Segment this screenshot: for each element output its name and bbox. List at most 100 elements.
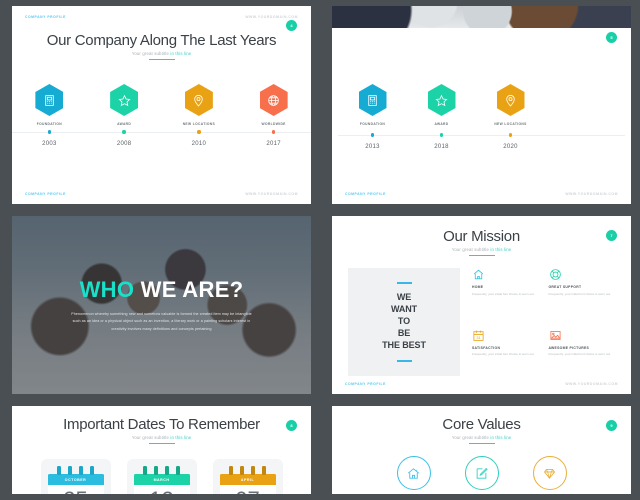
timeline-dots bbox=[338, 133, 545, 137]
domain-label: WWW.YOURDOMAIN.COM bbox=[245, 192, 298, 196]
timeline-years: 2003 2008 2010 2017 bbox=[12, 141, 311, 147]
timeline-dot-cell bbox=[476, 133, 545, 137]
calendar-month: APRIL bbox=[219, 474, 276, 485]
timeline-label: NEW LOCATIONS bbox=[494, 122, 527, 126]
timeline-item[interactable]: AWARD bbox=[87, 84, 162, 126]
mission-quote: WE WANT TO BE THE BEST bbox=[382, 292, 426, 350]
timeline-label: WORLDWIDE bbox=[261, 122, 286, 126]
hexagon-badge bbox=[35, 84, 64, 116]
calendar-ring bbox=[154, 466, 158, 475]
date-card[interactable]: MARCH 12 bbox=[126, 459, 197, 494]
calendar-day: 25 bbox=[47, 485, 104, 494]
hexagon-badge bbox=[184, 84, 213, 116]
pencil-icon bbox=[476, 467, 488, 479]
feature-item[interactable]: GREAT SUPPORT Frequently, your initial f… bbox=[549, 268, 616, 316]
page-title: Our Mission bbox=[443, 228, 520, 245]
subtitle-main: Your great subtitle bbox=[131, 51, 171, 56]
timeline-dot bbox=[271, 130, 276, 134]
timeline-label: FOUNDATION bbox=[36, 122, 62, 126]
slide-cell-timeline-5[interactable]: 5 FOUNDATION AWARD NEW LOCATIONS 2013 20… bbox=[320, 0, 640, 210]
timeline-dot bbox=[370, 133, 375, 137]
core-value-item[interactable]: Model bbox=[532, 456, 567, 494]
hexagon-badge bbox=[427, 84, 456, 116]
date-card[interactable]: OCTOBER 25 bbox=[40, 459, 111, 494]
timeline-dot bbox=[122, 130, 126, 134]
slide-timeline-5[interactable]: 5 FOUNDATION AWARD NEW LOCATIONS 2013 20… bbox=[332, 6, 631, 204]
calendar-day: 07 bbox=[219, 485, 276, 494]
timeline-item[interactable]: AWARD bbox=[407, 84, 476, 126]
date-cards: OCTOBER 25 MARCH 12 bbox=[12, 459, 311, 494]
slide-number-badge: 4 bbox=[286, 20, 297, 31]
slide-who-we-are[interactable]: WHO WE ARE? Phenomenon whereby something… bbox=[12, 216, 311, 394]
timeline-year: 2018 bbox=[434, 144, 449, 150]
calendar-ring bbox=[262, 466, 266, 475]
slide-footer: COMPANY PROFILE WWW.YOURDOMAIN.COM bbox=[345, 382, 618, 386]
calendar-icon: 31 bbox=[473, 330, 484, 341]
subtitle-accent: in this line bbox=[490, 435, 512, 440]
subtitle-accent: in this line bbox=[170, 51, 192, 56]
feature-description: Frequently, your initial font choice is … bbox=[548, 291, 611, 296]
body-paragraph: Phenomenon whereby something new and som… bbox=[71, 311, 252, 331]
feature-description: Frequently, your initial font choice is … bbox=[472, 291, 534, 296]
slide-cell-important-dates[interactable]: 8 Important Dates To Remember Your great… bbox=[0, 400, 320, 500]
timeline-item[interactable]: NEW LOCATIONS bbox=[476, 84, 545, 126]
mission-quote-card: WE WANT TO BE THE BEST bbox=[348, 268, 460, 376]
date-card[interactable]: APRIL 07 bbox=[212, 459, 283, 494]
feature-item[interactable]: HOME Frequently, your initial font choic… bbox=[472, 268, 539, 316]
slide-number-badge: 5 bbox=[606, 32, 617, 43]
subtitle-accent: in this line bbox=[170, 435, 192, 440]
slide-core-values[interactable]: 9 Core Values Your great subtitle in thi… bbox=[332, 406, 631, 494]
house-icon bbox=[407, 467, 420, 479]
slide-cell-timeline-4[interactable]: COMPANY PROFILE WWW.YOURDOMAIN.COM 4 Our… bbox=[0, 0, 320, 210]
timeline-dot-cell bbox=[87, 130, 162, 134]
slide-cell-core-values[interactable]: 9 Core Values Your great subtitle in thi… bbox=[320, 400, 640, 500]
timeline-axis bbox=[12, 130, 311, 134]
timeline-item[interactable]: NEW LOCATIONS bbox=[162, 84, 237, 126]
timeline-dot-cell bbox=[236, 130, 311, 134]
quote-rule-bottom bbox=[396, 359, 412, 362]
star-icon bbox=[118, 94, 131, 106]
calendar-ring bbox=[176, 466, 180, 475]
calendar-month: OCTOBER bbox=[47, 474, 104, 485]
timeline-dots bbox=[12, 130, 311, 134]
timeline-item[interactable]: FOUNDATION bbox=[12, 84, 87, 126]
calendar-ring bbox=[240, 466, 244, 475]
page-title: WHO WE ARE? bbox=[80, 277, 244, 303]
slide-important-dates[interactable]: 8 Important Dates To Remember Your great… bbox=[12, 406, 311, 494]
timeline-dot-cell bbox=[407, 133, 476, 137]
slide-footer: COMPANY PROFILE WWW.YOURDOMAIN.COM bbox=[25, 192, 298, 196]
page-title: Core Values bbox=[442, 416, 521, 433]
slide-cell-our-mission[interactable]: 7 Our Mission Your great subtitle in thi… bbox=[320, 210, 640, 400]
slide-header: COMPANY PROFILE WWW.YOURDOMAIN.COM bbox=[25, 15, 298, 19]
timeline-label: FOUNDATION bbox=[359, 122, 386, 126]
calendar-ring bbox=[57, 466, 61, 475]
feature-title: GREAT SUPPORT bbox=[548, 285, 582, 289]
slide-cell-who-we-are[interactable]: WHO WE ARE? Phenomenon whereby something… bbox=[0, 210, 320, 400]
core-value-item[interactable]: Model bbox=[464, 456, 499, 494]
hexagon-badge bbox=[358, 84, 387, 116]
timeline-dot-cell bbox=[338, 133, 407, 137]
svg-text:31: 31 bbox=[476, 335, 480, 339]
mission-features: HOME Frequently, your initial font choic… bbox=[472, 268, 615, 376]
feature-item[interactable]: AWESOME PICTURES Frequently, your initia… bbox=[549, 329, 616, 377]
timeline-dot-cell bbox=[12, 130, 87, 134]
feature-item[interactable]: 31 SATISFACTION Frequently, your initial… bbox=[472, 329, 539, 377]
timeline-dot bbox=[47, 130, 52, 134]
core-value-circle bbox=[464, 456, 499, 490]
timeline-label: AWARD bbox=[117, 122, 132, 126]
timeline-year: 2003 bbox=[42, 141, 57, 148]
title-underline bbox=[148, 442, 175, 445]
timeline-dot-cell bbox=[162, 130, 237, 134]
brand-label: COMPANY PROFILE bbox=[25, 192, 66, 196]
page-subtitle: Your great subtitle in this line bbox=[26, 51, 297, 56]
timeline-item[interactable]: FOUNDATION bbox=[338, 84, 407, 126]
diamond-icon bbox=[543, 468, 556, 479]
timeline-item[interactable]: WORLDWIDE bbox=[236, 84, 311, 126]
slide-timeline-4[interactable]: COMPANY PROFILE WWW.YOURDOMAIN.COM 4 Our… bbox=[12, 6, 311, 204]
timeline-year: 2013 bbox=[365, 144, 380, 150]
meeting-photo bbox=[332, 6, 631, 28]
timeline-years: 2013 2018 2020 bbox=[338, 144, 545, 150]
timeline-dot bbox=[197, 130, 201, 134]
core-value-item[interactable]: Execute bbox=[396, 456, 431, 494]
slide-our-mission[interactable]: 7 Our Mission Your great subtitle in thi… bbox=[332, 216, 631, 394]
